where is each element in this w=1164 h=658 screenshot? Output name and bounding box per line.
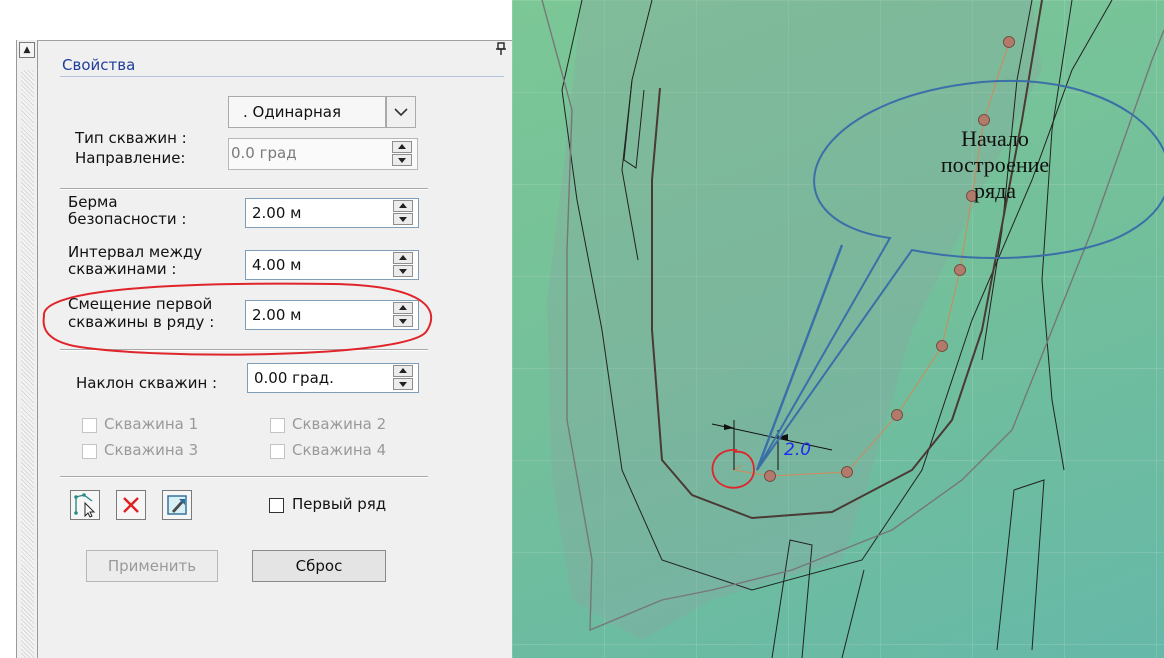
interval-label-1: Интервал между	[68, 243, 203, 261]
pin-icon[interactable]	[496, 42, 506, 60]
annotation-red-ellipse	[42, 282, 433, 356]
well-point	[978, 114, 990, 126]
title-divider	[60, 76, 504, 77]
dropdown-arrow-icon[interactable]	[386, 96, 416, 128]
well-point	[954, 264, 966, 276]
well-point	[936, 340, 948, 352]
callout-line-1: Начало	[961, 126, 1029, 151]
panel-title: Свойства	[62, 56, 136, 74]
interval-spinner-icon[interactable]	[393, 252, 413, 278]
scrollbar-thumb[interactable]	[21, 70, 34, 658]
cad-drawing	[541, 0, 1164, 658]
far-right-contour-line	[1041, 0, 1073, 471]
separator	[60, 476, 428, 478]
well-point	[1003, 36, 1015, 48]
pit-region-shape	[547, 0, 1042, 640]
well-1-checkbox[interactable]	[82, 418, 97, 433]
callout-line-2: построение	[940, 152, 1050, 177]
well-point	[891, 409, 903, 421]
first-row-checkbox[interactable]	[269, 498, 284, 513]
dimension-value-text: 2.0	[784, 440, 812, 460]
first-row-label: Первый ряд	[292, 495, 387, 513]
select-boundary-icon[interactable]	[70, 490, 100, 520]
bench-lower-line	[996, 479, 1045, 651]
apply-button[interactable]: Применить	[86, 550, 218, 582]
well-2-label: Скважина 2	[292, 415, 387, 433]
well-point	[841, 466, 853, 478]
tilt-label: Наклон скважин :	[76, 374, 218, 392]
callout-line-3: ряда	[973, 178, 1017, 203]
scroll-up-arrow-icon[interactable]: ▲	[19, 42, 35, 58]
bench-lower-line-3	[841, 569, 865, 658]
well-point	[764, 470, 776, 482]
well-type-select[interactable]: . Одинарная	[228, 96, 386, 128]
direction-input[interactable]: 0.0 град	[228, 138, 418, 170]
delete-icon[interactable]	[116, 490, 146, 520]
well-type-label: Тип скважин :	[75, 129, 187, 147]
well-3-checkbox[interactable]	[82, 444, 97, 459]
well-1-label: Скважина 1	[104, 415, 199, 433]
well-3-label: Скважина 3	[104, 441, 199, 459]
safety-berm-spinner-icon[interactable]	[393, 200, 413, 226]
safety-berm-label-1: Берма	[68, 193, 118, 211]
separator	[60, 188, 428, 190]
well-4-label: Скважина 4	[292, 441, 387, 459]
well-2-checkbox[interactable]	[270, 418, 285, 433]
direction-spinner-icon[interactable]	[392, 141, 412, 167]
reset-button[interactable]: Сброс	[252, 550, 386, 582]
well-4-checkbox[interactable]	[270, 444, 285, 459]
callout-text: Начало построение ряда	[905, 126, 1085, 204]
tilt-spinner-icon[interactable]	[393, 365, 413, 391]
direction-label: Направление:	[75, 149, 186, 167]
edit-row-icon[interactable]	[162, 490, 192, 520]
safety-berm-label-2: безопасности :	[68, 210, 187, 228]
